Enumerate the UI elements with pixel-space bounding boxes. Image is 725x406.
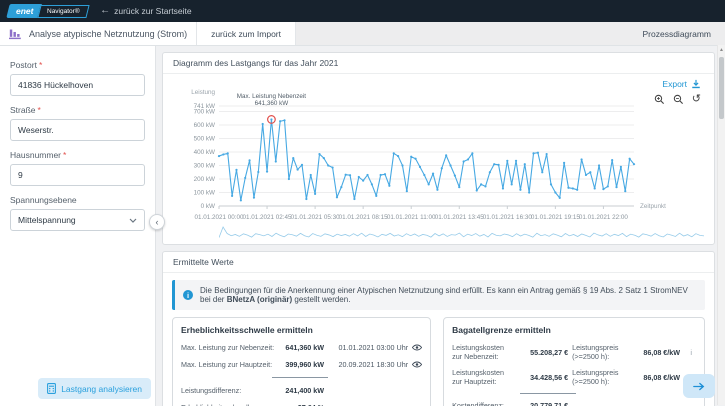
result-row: Kostendifferenz: 20.779,71 €	[452, 401, 696, 406]
tab-strip: Prozessdiagramm	[296, 22, 725, 45]
prozessdiagramm-link[interactable]: Prozessdiagramm	[643, 29, 712, 39]
svg-text:0 kW: 0 kW	[201, 203, 215, 210]
sum-divider	[272, 377, 328, 378]
svg-text:01.01.2021 00:00: 01.01.2021 00:00	[194, 214, 244, 221]
export-button[interactable]: Export	[662, 79, 701, 89]
download-icon	[691, 79, 701, 89]
page-title-section: Analyse atypische Netznutzung (Strom)	[0, 22, 196, 45]
results-panel: Ermittelte Werte i Die Bedingungen für d…	[162, 251, 715, 406]
erheblichkeitsschwelle-card: Erheblichkeitsschwelle ermitteln Max. Le…	[172, 317, 431, 406]
svg-text:500 kW: 500 kW	[194, 136, 215, 143]
arrow-right-icon	[693, 382, 705, 391]
back-to-home-link[interactable]: ← zurück zur Startseite	[100, 6, 191, 16]
svg-text:01.01.2021 16:30: 01.01.2021 16:30	[483, 214, 533, 221]
svg-text:01.01.2021 05:30: 01.01.2021 05:30	[291, 214, 341, 221]
results-panel-title: Ermittelte Werte	[163, 252, 714, 273]
scrollbar-up-arrow[interactable]: ▲	[718, 47, 725, 53]
result-row: Leistungskosten zur Hauptzeit: 34.428,56…	[452, 368, 696, 386]
svg-text:Leistung: Leistung	[191, 89, 215, 96]
chart-panel-title: Diagramm des Lastgangs für das Jahr 2021	[163, 53, 714, 74]
bar-chart-icon	[9, 28, 22, 40]
sum-divider	[520, 393, 576, 394]
svg-text:600 kW: 600 kW	[194, 122, 215, 129]
conditions-info-message: i Die Bedingungen für die Anerkennung ei…	[172, 280, 705, 310]
export-label: Export	[662, 79, 687, 89]
svg-text:01.01.2021 19:15: 01.01.2021 19:15	[531, 214, 581, 221]
svg-text:300 kW: 300 kW	[194, 163, 215, 170]
hausnummer-label: Hausnummer*	[10, 150, 145, 160]
chart-body: Export	[163, 74, 714, 244]
svg-text:700 kW: 700 kW	[194, 109, 215, 116]
title-tab-bar: Analyse atypische Netznutzung (Strom) zu…	[0, 22, 725, 46]
info-message-text: Die Bedingungen für die Anerkennung eine…	[200, 286, 697, 304]
back-arrow-icon: ←	[100, 6, 110, 16]
card-title: Bagatellgrenze ermitteln	[452, 325, 696, 335]
hausnummer-input[interactable]	[10, 164, 145, 186]
strasse-input[interactable]	[10, 119, 145, 141]
logo-navigator-badge: Navigator®	[38, 5, 90, 18]
result-row: Leistungskosten zur Nebenzeit: 55.208,27…	[452, 343, 696, 361]
tab-zurueck-zum-import[interactable]: zurück zum Import	[196, 22, 296, 45]
analyze-lastgang-button[interactable]: Lastgang analysieren	[38, 378, 151, 399]
postort-label: Postort*	[10, 60, 145, 70]
scrollbar-thumb[interactable]	[719, 57, 724, 119]
back-link-label: zurück zur Startseite	[114, 6, 191, 16]
result-row: Leistungsdifferenz: 241,400 kW	[181, 386, 422, 395]
zoom-in-icon[interactable]	[654, 94, 665, 105]
eye-icon[interactable]	[412, 361, 422, 368]
page-title: Analyse atypische Netznutzung (Strom)	[29, 29, 187, 39]
eye-icon[interactable]	[412, 344, 422, 351]
svg-text:01.01.2021 13:45: 01.01.2021 13:45	[435, 214, 485, 221]
analyze-button-label: Lastgang analysieren	[61, 384, 142, 394]
bagatellgrenze-card: Bagatellgrenze ermitteln Leistungskosten…	[443, 317, 705, 406]
content-area: Postort* Straße* Hausnummer* Spannungseb…	[0, 46, 725, 406]
enet-navigator-logo: enet Navigator®	[8, 4, 88, 18]
zoom-out-icon[interactable]	[673, 94, 684, 105]
top-navigation-bar: enet Navigator® ← zurück zur Startseite	[0, 0, 725, 22]
spannungsebene-label: Spannungsebene	[10, 195, 145, 205]
main-area: Diagramm des Lastgangs für das Jahr 2021…	[156, 46, 725, 406]
result-cards: Erheblichkeitsschwelle ermitteln Max. Le…	[172, 317, 705, 406]
svg-text:Zeitpunkt: Zeitpunkt	[640, 203, 666, 210]
price-info-icon[interactable]: i	[684, 348, 692, 357]
result-row: Max. Leistung zur Nebenzeit: 641,360 kW …	[181, 343, 422, 352]
calculator-icon	[47, 383, 56, 394]
sidebar-collapse-handle[interactable]: ‹	[149, 214, 165, 230]
required-marker: *	[38, 105, 41, 115]
svg-text:400 kW: 400 kW	[194, 149, 215, 156]
info-icon: i	[183, 290, 193, 300]
svg-text:641,360 kW: 641,360 kW	[255, 100, 289, 107]
svg-text:01.01.2021 22:00: 01.01.2021 22:00	[579, 214, 629, 221]
postort-input[interactable]	[10, 74, 145, 96]
tab-label: zurück zum Import	[211, 29, 281, 39]
required-marker: *	[63, 150, 66, 160]
required-marker: *	[39, 60, 42, 70]
svg-text:Max. Leistung Nebenzeit: Max. Leistung Nebenzeit	[237, 93, 307, 100]
next-step-button[interactable]	[683, 374, 715, 398]
svg-text:100 kW: 100 kW	[194, 190, 215, 197]
chart-overview-strip[interactable]	[219, 226, 704, 239]
chevron-down-icon	[129, 218, 137, 223]
vertical-scrollbar[interactable]: ▲	[717, 45, 725, 405]
lastgang-chart[interactable]: 741 kW700 kW600 kW500 kW400 kW300 kW200 …	[173, 76, 704, 226]
strasse-label: Straße*	[10, 105, 145, 115]
svg-text:01.01.2021 11:00: 01.01.2021 11:00	[387, 214, 436, 221]
address-form-sidebar: Postort* Straße* Hausnummer* Spannungseb…	[0, 46, 156, 406]
svg-text:200 kW: 200 kW	[194, 176, 215, 183]
card-title: Erheblichkeitsschwelle ermitteln	[181, 325, 422, 335]
spannungsebene-value: Mittelspannung	[18, 215, 76, 225]
svg-text:01.01.2021 08:15: 01.01.2021 08:15	[339, 214, 389, 221]
zoom-reset-icon[interactable]: ↺	[692, 94, 701, 105]
spannungsebene-select[interactable]: Mittelspannung	[10, 209, 145, 231]
lastgang-chart-panel: Diagramm des Lastgangs für das Jahr 2021…	[162, 52, 715, 245]
svg-text:01.01.2021 02:45: 01.01.2021 02:45	[243, 214, 293, 221]
chart-zoom-tools: ↺	[654, 94, 701, 105]
result-row: Max. Leistung zur Hauptzeit: 399,960 kW …	[181, 360, 422, 369]
